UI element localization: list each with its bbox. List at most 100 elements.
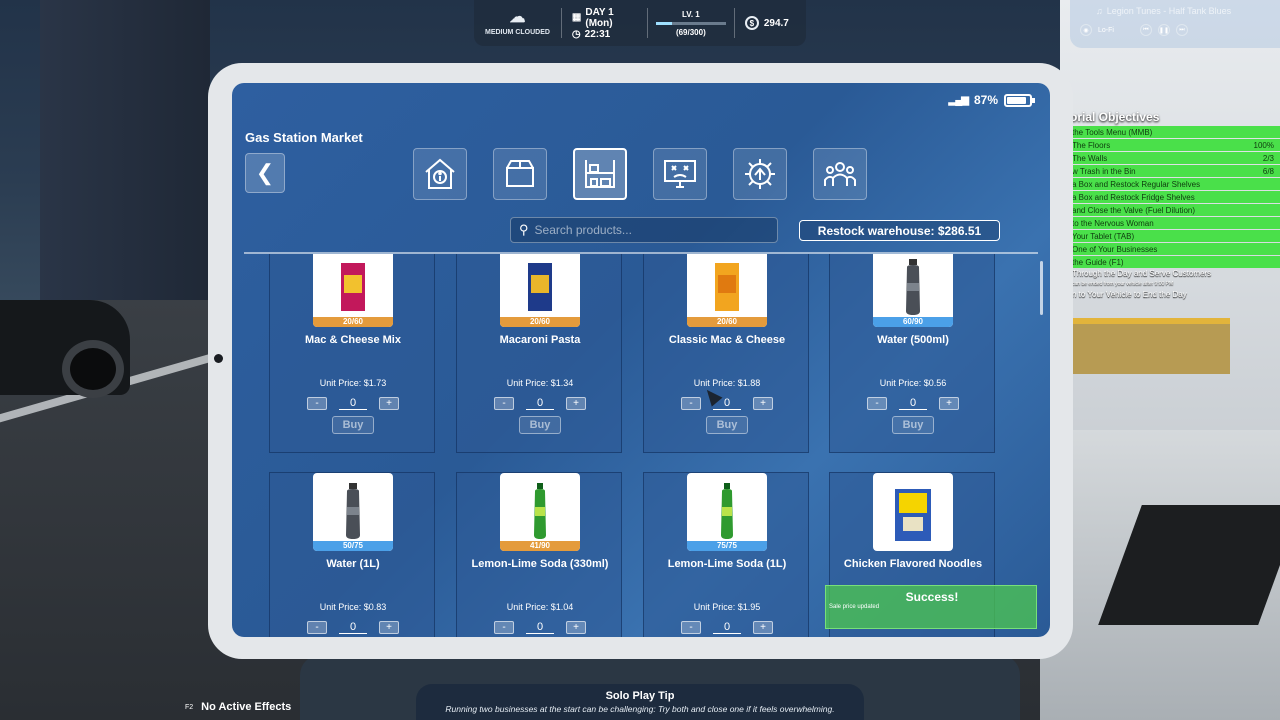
tip-body: Running two businesses at the start can … xyxy=(445,704,835,714)
product-image: 75/75 xyxy=(687,473,767,551)
dollar-coin-icon: $ xyxy=(744,16,759,30)
calendar-icon: ▦ xyxy=(571,12,582,23)
buy-button[interactable]: Buy xyxy=(892,416,934,434)
quantity-value[interactable]: 0 xyxy=(713,621,741,634)
pause-button[interactable]: ❚❚ xyxy=(1157,24,1170,36)
effects-key: F2 xyxy=(185,703,194,711)
search-bar[interactable]: ⚲ xyxy=(510,217,778,243)
product-name: Chicken Flavored Noodles xyxy=(843,558,983,570)
increase-button[interactable]: + xyxy=(379,621,399,634)
objective-item: the Tools Menu (MMB) xyxy=(1052,126,1280,138)
increase-button[interactable]: + xyxy=(753,621,773,634)
stock-badge: 50/75 xyxy=(313,541,393,551)
battery-percent: 87% xyxy=(973,93,998,107)
tip-title: Solo Play Tip xyxy=(605,690,675,702)
buy-button[interactable]: Buy xyxy=(706,416,748,434)
tablet-screen: ▂▄▆ 87% Gas Station Market ❮ ⚲ Restock w… xyxy=(232,83,1050,637)
unit-price: Unit Price: $1.88 xyxy=(693,378,761,388)
buy-button[interactable]: Buy xyxy=(519,416,561,434)
product-card: 20/60 Macaroni Pasta Unit Price: $1.34 - 0… xyxy=(456,254,622,453)
product-image: 50/75 xyxy=(313,473,393,551)
time-label: 22:31 xyxy=(584,28,611,40)
quantity-stepper: - 0 + xyxy=(307,397,399,410)
nav-store-info[interactable] xyxy=(413,148,467,200)
stock-badge: 20/60 xyxy=(313,317,393,327)
increase-button[interactable]: + xyxy=(566,621,586,634)
product-image: 20/60 xyxy=(313,254,393,327)
unit-price: Unit Price: $0.83 xyxy=(319,602,387,612)
objective-item: n to Your Vehicle to End the Day xyxy=(1052,288,1280,300)
objective-item: to the Nervous Woman xyxy=(1052,217,1280,229)
nav-box[interactable] xyxy=(493,148,547,200)
unit-price: Unit Price: $1.04 xyxy=(506,602,574,612)
stock-badge: 60/90 xyxy=(873,317,953,327)
objective-label: Through the Day and Serve Customers xyxy=(1072,269,1212,278)
product-image: 60/90 xyxy=(873,254,953,327)
product-grid: 20/60 Mac & Cheese Mix Unit Price: $1.73 -… xyxy=(232,254,1050,637)
objective-item: w Trash in the Bin 6/8 xyxy=(1052,165,1280,177)
music-note-icon: ♫ xyxy=(1096,6,1103,16)
objective-sublabel: can be ended from your vehicle after 9:0… xyxy=(1072,281,1174,287)
xp-bar-fill xyxy=(655,21,672,25)
quantity-value[interactable]: 0 xyxy=(339,621,367,634)
objective-item: Through the Day and Serve Customers can b… xyxy=(1052,269,1280,287)
increase-button[interactable]: + xyxy=(379,397,399,410)
decrease-button[interactable]: - xyxy=(681,621,701,634)
radio-icon[interactable]: ◉ xyxy=(1080,24,1092,36)
broken-monitor-icon xyxy=(664,160,696,188)
objective-label: w Trash in the Bin xyxy=(1072,166,1136,176)
decrease-button[interactable]: - xyxy=(494,621,514,634)
objective-item: The Walls 2/3 xyxy=(1052,152,1280,164)
product-name: Lemon-Lime Soda (330ml) xyxy=(471,558,609,570)
buy-button[interactable]: Buy xyxy=(332,416,374,434)
increase-button[interactable]: + xyxy=(753,397,773,410)
restock-warehouse-button[interactable]: Restock warehouse: $286.51 xyxy=(799,220,1000,241)
signal-icon: ▂▄▆ xyxy=(948,94,969,106)
warehouse-shelf-icon xyxy=(585,160,615,188)
quantity-value[interactable]: 0 xyxy=(339,397,367,410)
money-indicator: $ 294.7 xyxy=(735,0,806,46)
unit-price: Unit Price: $1.95 xyxy=(693,602,761,612)
increase-button[interactable]: + xyxy=(566,397,586,410)
app-title: Gas Station Market xyxy=(245,130,363,145)
success-toast: Success! Sale price updated xyxy=(825,585,1037,629)
product-image: 20/60 xyxy=(500,254,580,327)
building-pillar xyxy=(40,0,210,320)
increase-button[interactable]: + xyxy=(939,397,959,410)
nav-monitor[interactable] xyxy=(653,148,707,200)
nav-upgrades[interactable] xyxy=(733,148,787,200)
search-input[interactable] xyxy=(534,223,755,237)
battery-fill xyxy=(1007,96,1027,104)
back-button[interactable]: ❮ xyxy=(245,153,285,193)
decrease-button[interactable]: - xyxy=(867,397,887,410)
tutorial-objectives: orial Objectives the Tools Menu (MMB) The… xyxy=(1052,110,1280,310)
quantity-value[interactable]: 0 xyxy=(526,621,554,634)
nav-staff[interactable] xyxy=(813,148,867,200)
decrease-button[interactable]: - xyxy=(307,621,327,634)
xp-bar xyxy=(655,21,726,25)
product-image: 20/60 xyxy=(687,254,767,327)
product-name: Mac & Cheese Mix xyxy=(305,334,401,346)
unit-price: Unit Price: $1.73 xyxy=(319,378,387,388)
previous-track-button[interactable]: ⏮ xyxy=(1139,24,1152,36)
objective-item: a Box and Restock Fridge Shelves xyxy=(1052,191,1280,203)
product-card: 50/75Water (1L)Unit Price: $0.83 - 0 +Bu… xyxy=(269,472,435,637)
product-image xyxy=(873,473,953,551)
quantity-stepper: - 0 + xyxy=(494,621,586,634)
nav-warehouse[interactable] xyxy=(573,148,627,200)
decrease-button[interactable]: - xyxy=(307,397,327,410)
objective-label: a Box and Restock Regular Shelves xyxy=(1072,179,1201,189)
next-track-button[interactable]: ⏭ xyxy=(1175,24,1188,36)
active-effects: F2 No Active Effects xyxy=(185,701,291,713)
decrease-button[interactable]: - xyxy=(681,397,701,410)
quantity-value[interactable]: 0 xyxy=(526,397,554,410)
quantity-value[interactable]: 0 xyxy=(899,397,927,410)
objective-progress: 100% xyxy=(1253,140,1274,150)
decrease-button[interactable]: - xyxy=(494,397,514,410)
objectives-list: the Tools Menu (MMB) The Floors 100% The Wa… xyxy=(1052,126,1280,300)
objective-progress: 6/8 xyxy=(1262,166,1274,176)
weather-indicator: ☁ MEDIUM CLOUDED xyxy=(474,0,561,46)
product-name: Lemon-Lime Soda (1L) xyxy=(667,558,787,570)
unit-price: Unit Price: $1.34 xyxy=(506,378,574,388)
music-player: ♫ Legion Tunes - Half Tank Blues ◉ Lo-Fi … xyxy=(1070,0,1280,48)
